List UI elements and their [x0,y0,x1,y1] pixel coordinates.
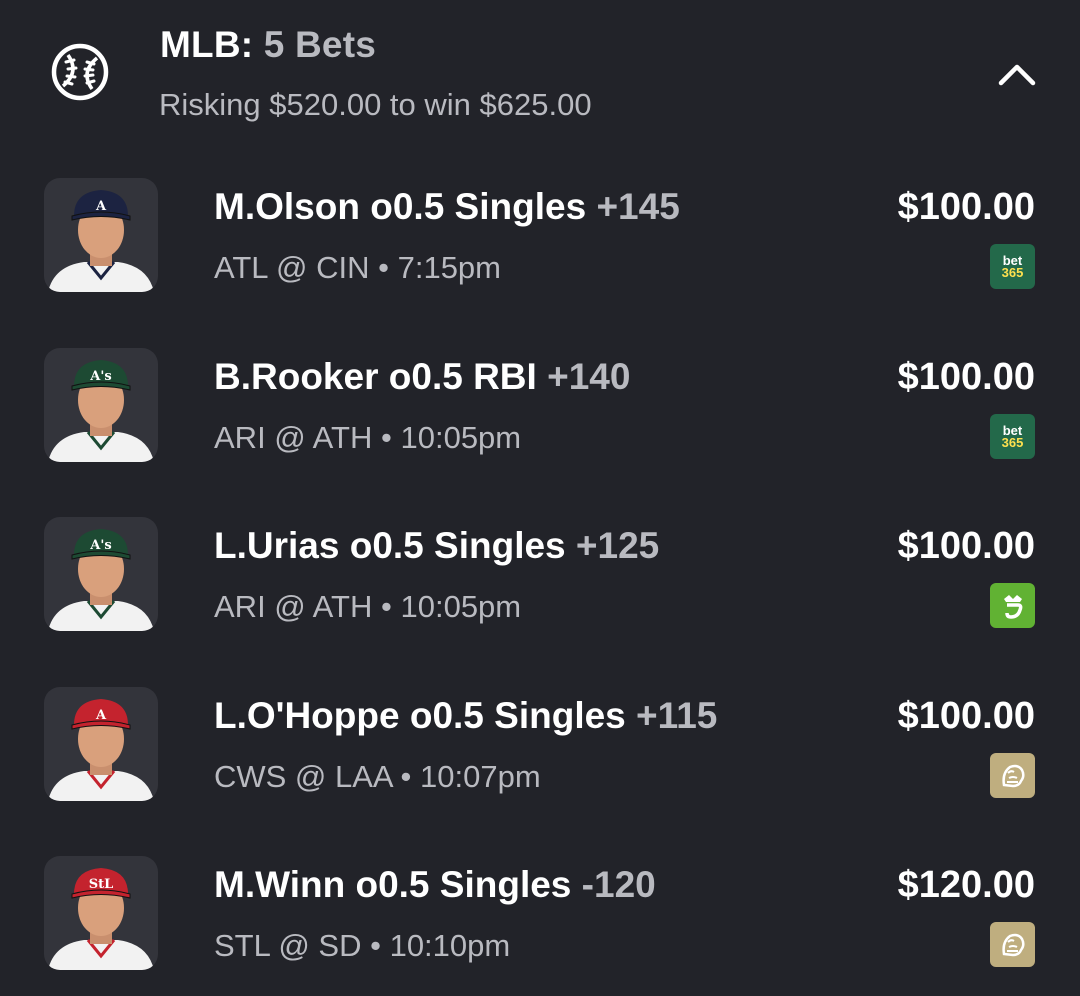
odds-value: +125 [575,525,660,566]
odds-value: +140 [547,356,631,397]
separator-dot: • [378,250,389,285]
player-avatar: A's [44,517,158,631]
matchup: ATL @ CIN [214,250,370,285]
market-label: o0.5 Singles [409,695,626,736]
player-name: M.Winn [214,864,346,905]
odds-value: +115 [636,695,718,736]
draftkings-logo-icon [990,583,1035,628]
stake-amount: $120.00 [897,864,1035,906]
stake-amount: $100.00 [897,356,1035,398]
cap-logo-text: A's [89,538,111,553]
bet-row[interactable]: StL M.Winn o0.5 Singles -120 STL @ SD • … [0,856,1080,974]
market-label: o0.5 Singles [355,864,572,905]
game-time: 7:15pm [397,250,501,285]
player-name: L.Urias [214,525,340,566]
odds-value: -120 [581,864,656,905]
player-avatar: A [44,178,158,292]
bet365-logo-number: 365 [1001,434,1024,450]
game-info: ARI @ ATH • 10:05pm [214,589,521,625]
league-header: MLB: 5 Bets Risking $520.00 to win $625.… [0,0,1080,150]
matchup: CWS @ LAA [214,759,392,794]
bet-row[interactable]: A L.O'Hoppe o0.5 Singles +115 CWS @ LAA … [0,687,1080,805]
stake-amount: $100.00 [897,525,1035,567]
league-name: MLB: [160,24,254,65]
separator-dot: • [370,928,381,963]
bet-count: 5 Bets [263,24,377,65]
matchup: STL @ SD [214,928,362,963]
game-time: 10:10pm [389,928,511,963]
market-label: o0.5 Singles [349,525,566,566]
betmgm-logo-icon [990,753,1035,798]
bet-title: L.Urias o0.5 Singles +125 [214,525,659,567]
game-info: STL @ SD • 10:10pm [214,928,510,964]
game-time: 10:07pm [420,759,541,794]
bet-row[interactable]: A's L.Urias o0.5 Singles +125 ARI @ ATH … [0,517,1080,635]
bet365-logo-icon: bet 365 [990,244,1035,289]
market-label: o0.5 Singles [370,186,587,227]
market-label: o0.5 RBI [388,356,537,397]
stake-amount: $100.00 [897,695,1035,737]
player-name: B.Rooker [214,356,379,397]
league-title: MLB: 5 Bets [160,24,376,66]
separator-dot: • [381,589,392,624]
baseball-icon [51,43,109,101]
game-info: ATL @ CIN • 7:15pm [214,250,501,286]
cap-logo-text: A [95,708,107,723]
bet-row[interactable]: A M.Olson o0.5 Singles +145 ATL @ CIN • … [0,178,1080,296]
collapse-button[interactable] [992,50,1042,94]
player-avatar: A's [44,348,158,462]
cap-logo-text: StL [89,877,114,892]
bet-title: L.O'Hoppe o0.5 Singles +115 [214,695,717,737]
bet-title: M.Olson o0.5 Singles +145 [214,186,680,228]
game-time: 10:05pm [400,589,522,624]
risk-summary: Risking $520.00 to win $625.00 [159,87,592,122]
matchup: ARI @ ATH [214,589,373,624]
player-avatar: StL [44,856,158,970]
game-info: CWS @ LAA • 10:07pm [214,759,541,795]
player-name: L.O'Hoppe [214,695,400,736]
cap-logo-text: A's [89,369,111,384]
cap-logo-text: A [95,199,107,214]
player-avatar: A [44,687,158,801]
separator-dot: • [400,759,412,794]
separator-dot: • [381,420,392,455]
game-info: ARI @ ATH • 10:05pm [214,420,521,456]
stake-amount: $100.00 [897,186,1035,228]
bet-row[interactable]: A's B.Rooker o0.5 RBI +140 ARI @ ATH • 1… [0,348,1080,466]
game-time: 10:05pm [400,420,522,455]
betmgm-logo-icon [990,922,1035,967]
odds-value: +145 [596,186,680,227]
chevron-up-icon [998,64,1036,86]
bet-title: M.Winn o0.5 Singles -120 [214,864,656,906]
bet-title: B.Rooker o0.5 RBI +140 [214,356,630,398]
bet365-logo-icon: bet 365 [990,414,1035,459]
matchup: ARI @ ATH [214,420,373,455]
player-name: M.Olson [214,186,360,227]
bet365-logo-number: 365 [1001,264,1024,280]
